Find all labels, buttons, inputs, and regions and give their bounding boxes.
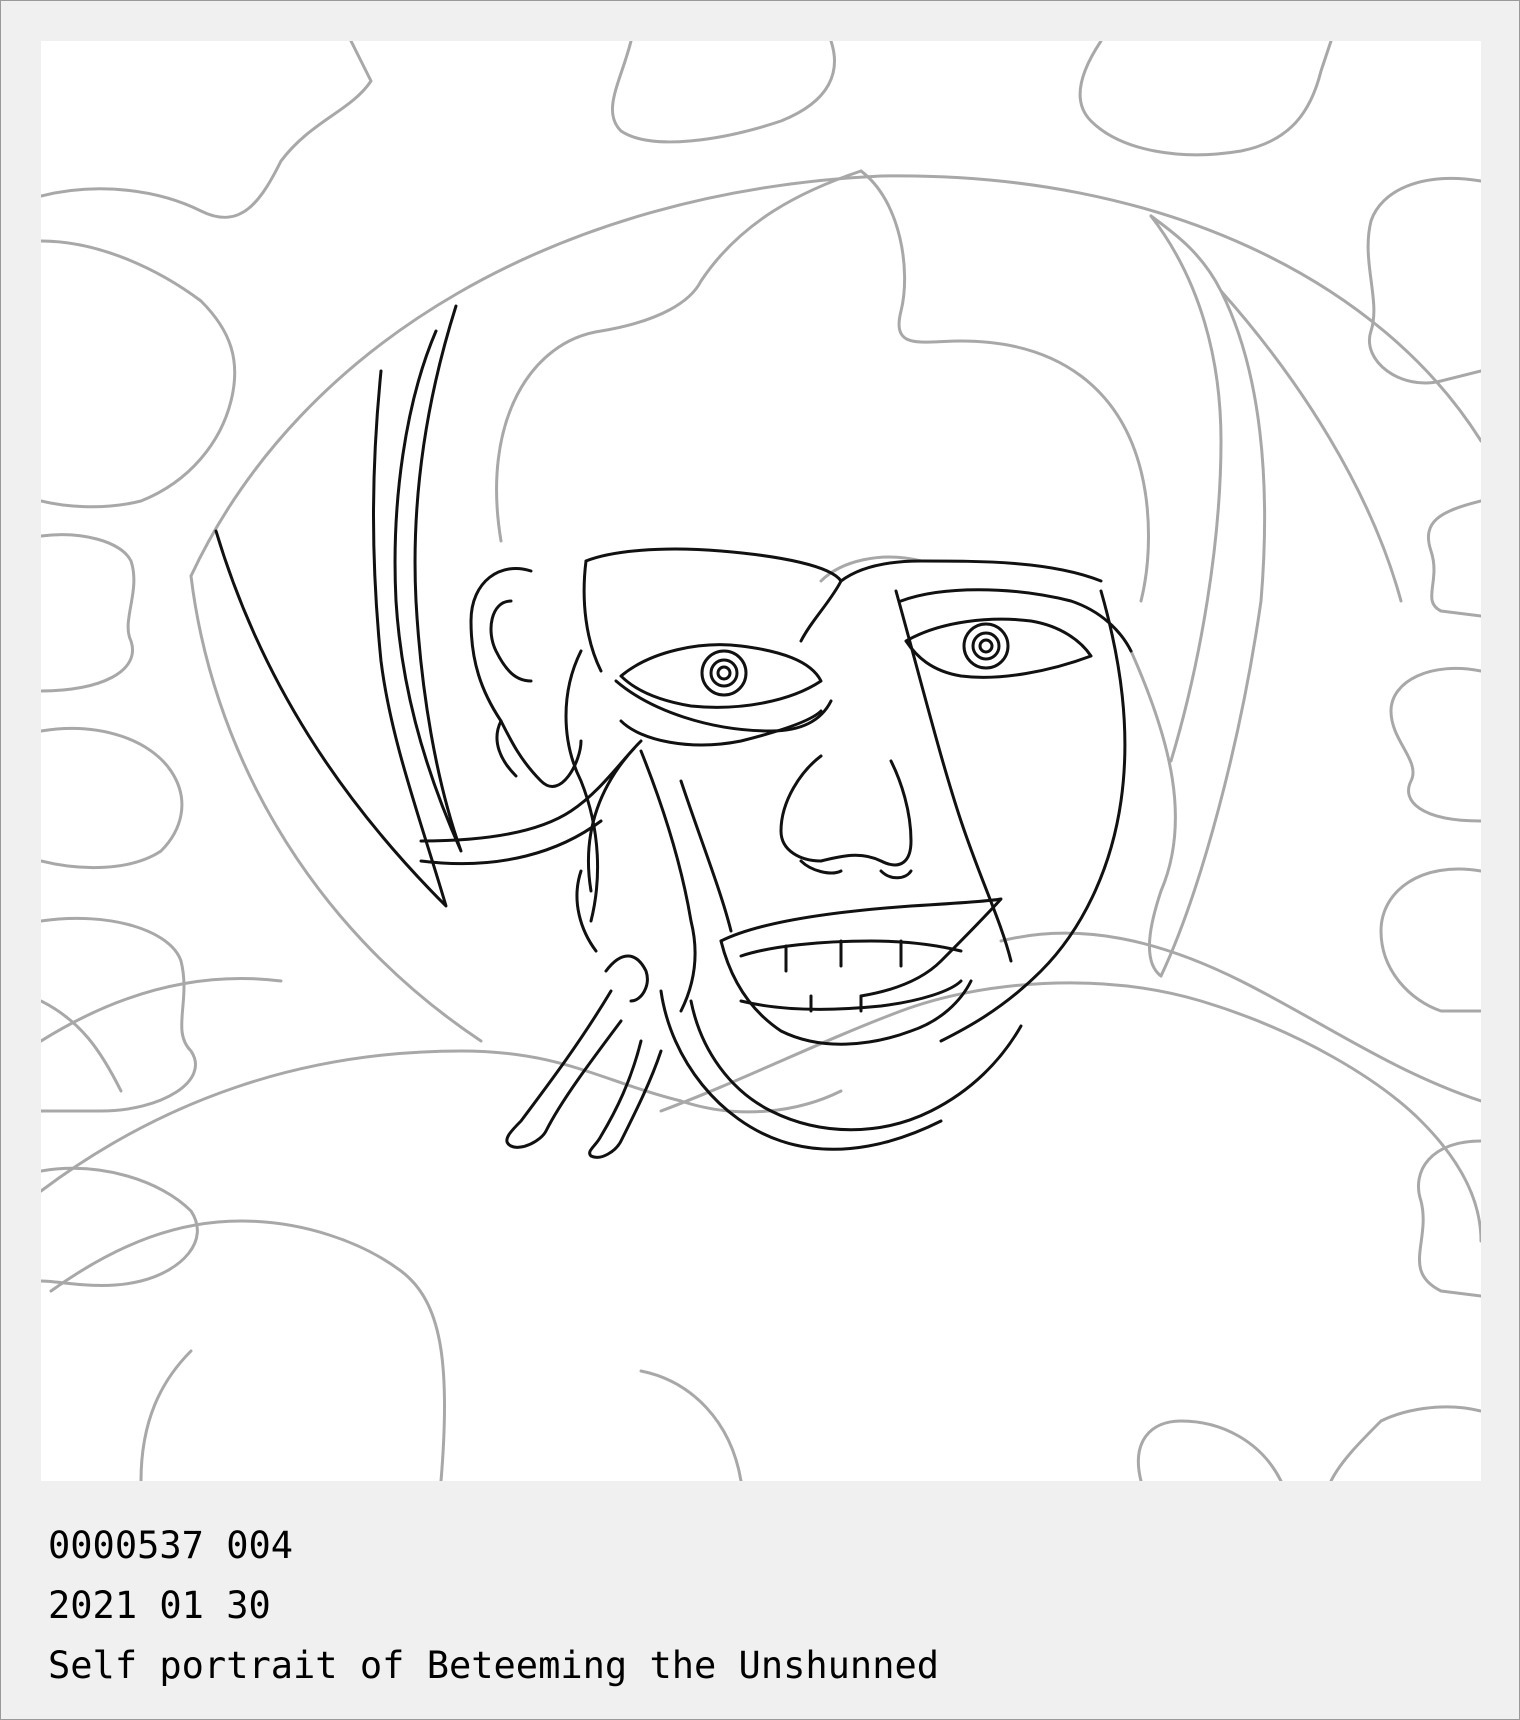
face-lines — [214, 304, 1133, 1159]
portrait-drawing — [41, 41, 1481, 1481]
photo-caption: 0000537 004 2021 01 30 Self portrait of … — [48, 1516, 1468, 1696]
caption-date: 2021 01 30 — [48, 1584, 271, 1627]
line-art-portrait — [41, 41, 1481, 1481]
background-pattern — [41, 41, 1481, 1481]
caption-title: Self portrait of Beteeming the Unshunned — [48, 1644, 940, 1687]
polaroid-frame: 0000537 004 2021 01 30 Self portrait of … — [0, 0, 1520, 1720]
catalog-number: 0000537 004 — [48, 1524, 294, 1567]
